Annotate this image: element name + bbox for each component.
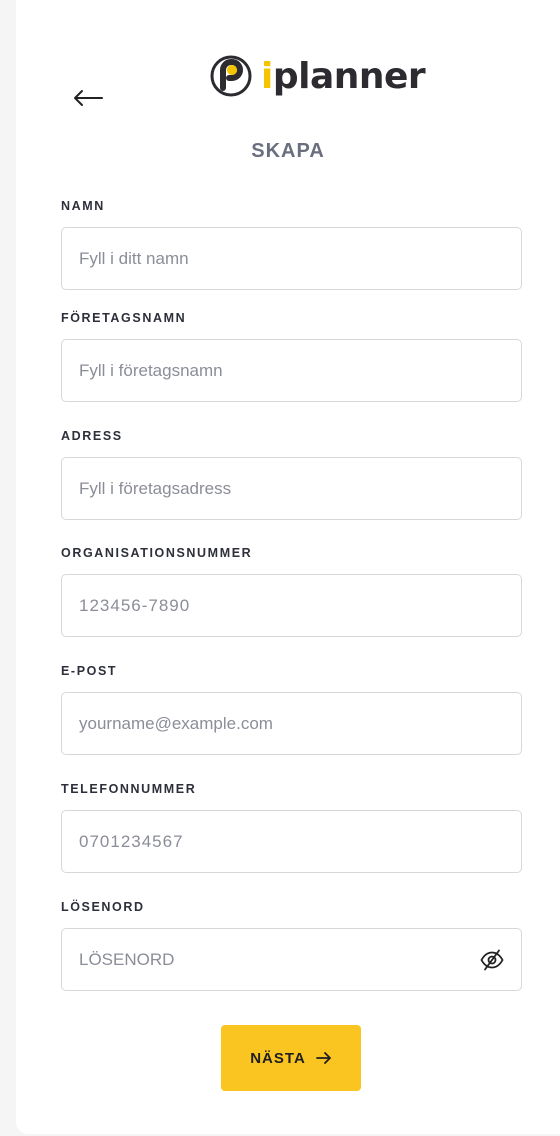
address-label: ADRESS — [61, 429, 123, 443]
address-input[interactable] — [61, 457, 522, 520]
address-field: ADRESS — [61, 429, 522, 520]
eye-off-icon[interactable] — [480, 948, 504, 972]
company-input[interactable] — [61, 339, 522, 402]
password-label: LÖSENORD — [61, 900, 145, 914]
phone-field: TELEFONNUMMER — [61, 782, 522, 873]
name-field: NAMN — [61, 199, 522, 290]
signup-card: iplanner SKAPA NAMN FÖRETAGSNAMN ADRESS … — [16, 0, 560, 1134]
email-input[interactable] — [61, 692, 522, 755]
email-label: E-POST — [61, 664, 118, 678]
email-field: E-POST — [61, 664, 522, 755]
orgnr-label: ORGANISATIONSNUMMER — [61, 546, 253, 560]
page-title: SKAPA — [251, 140, 325, 162]
arrow-right-icon — [315, 1052, 331, 1064]
arrow-left-icon — [74, 90, 103, 106]
logo-wordmark: iplanner — [261, 55, 426, 97]
logo-mark-icon — [210, 55, 252, 97]
name-label: NAMN — [61, 199, 105, 213]
password-field: LÖSENORD — [61, 900, 522, 991]
name-input[interactable] — [61, 227, 522, 290]
orgnr-field: ORGANISATIONSNUMMER — [61, 546, 522, 637]
password-wrapper — [61, 928, 522, 991]
phone-label: TELEFONNUMMER — [61, 782, 197, 796]
phone-input[interactable] — [61, 810, 522, 873]
password-input[interactable] — [61, 928, 522, 991]
next-button-label: NÄSTA — [250, 1049, 306, 1067]
company-label: FÖRETAGSNAMN — [61, 311, 187, 325]
next-button[interactable]: NÄSTA — [221, 1025, 361, 1091]
back-button[interactable] — [66, 80, 110, 116]
orgnr-input[interactable] — [61, 574, 522, 637]
iplanner-logo: iplanner — [209, 52, 426, 100]
company-field: FÖRETAGSNAMN — [61, 311, 522, 402]
